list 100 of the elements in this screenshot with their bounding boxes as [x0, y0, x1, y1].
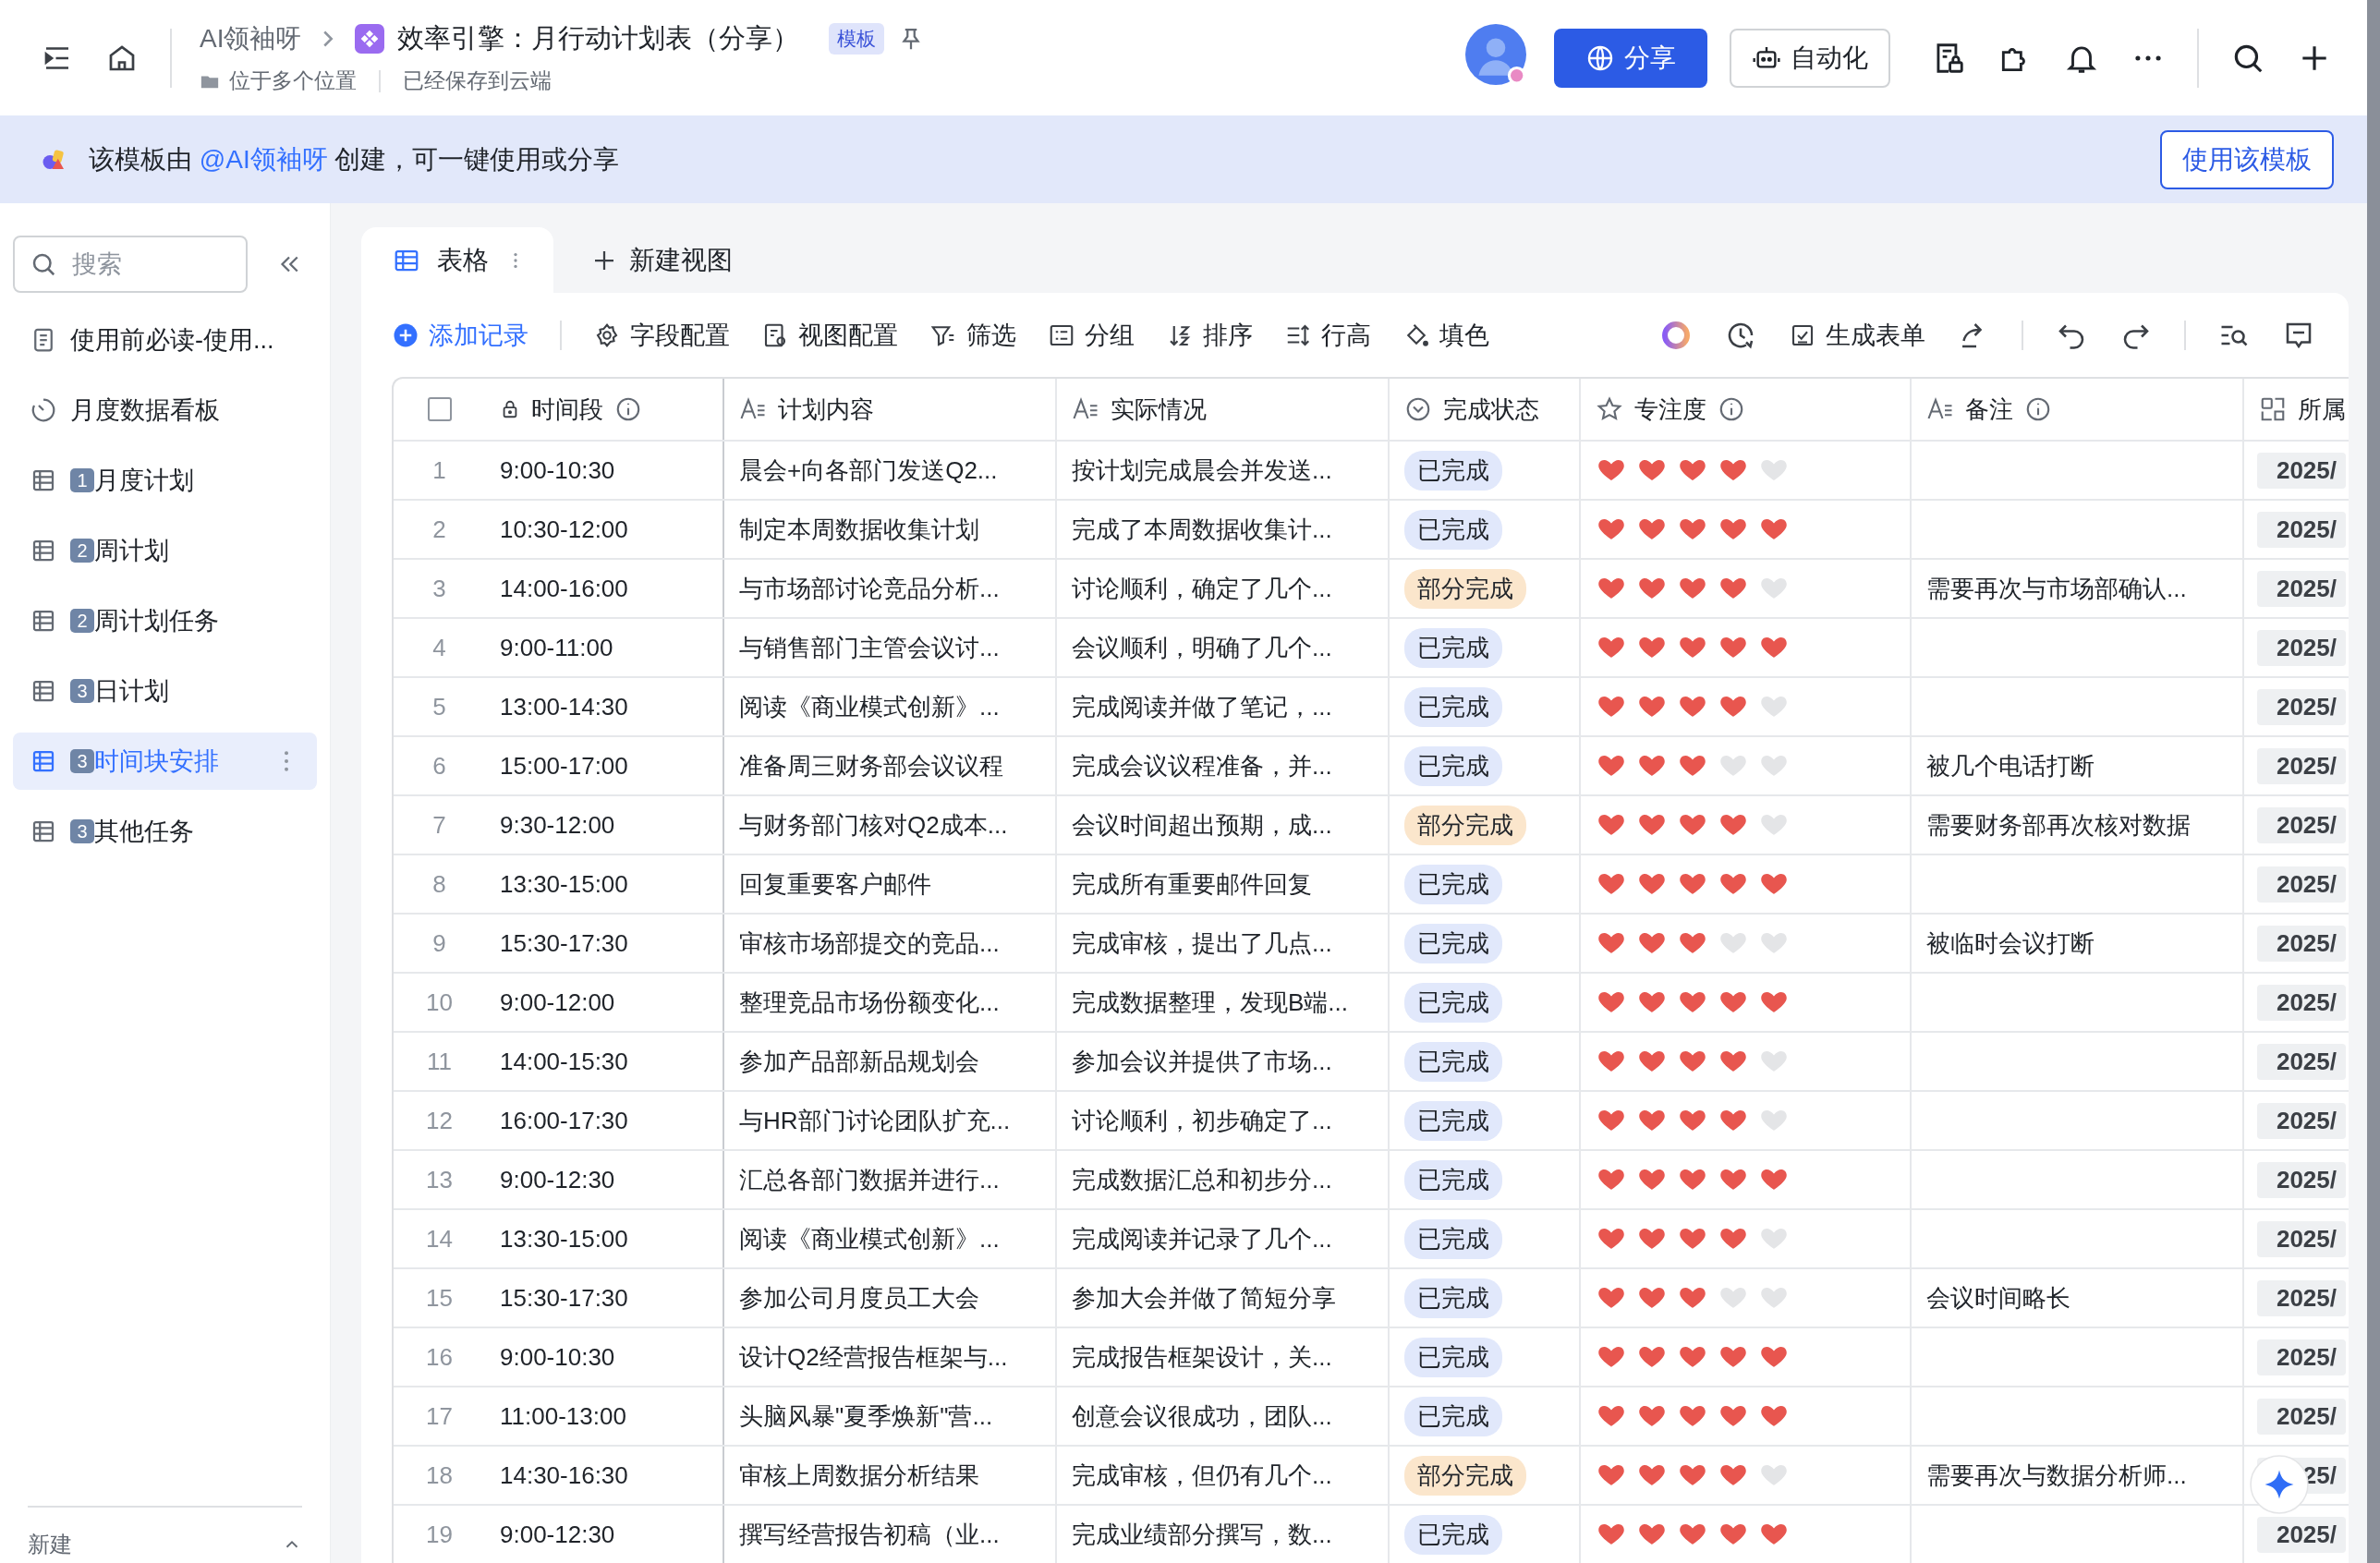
- heart-rating[interactable]: [1597, 458, 1788, 482]
- breadcrumb-link[interactable]: AI领袖呀: [200, 21, 302, 56]
- heart-icon: [1679, 931, 1706, 955]
- generate-form-button[interactable]: 生成表单: [1789, 318, 1925, 352]
- table-cell: 与销售部门主管会议讨...: [724, 619, 1057, 676]
- heart-icon: [1638, 517, 1666, 541]
- status-tag: 已完成: [1404, 1100, 1502, 1141]
- sidebar-item[interactable]: 2 周计划任务: [13, 592, 317, 649]
- status-tag: 已完成: [1404, 923, 1502, 963]
- heart-rating[interactable]: [1597, 931, 1788, 955]
- heart-icon: [1638, 754, 1666, 778]
- heart-rating[interactable]: [1597, 636, 1788, 660]
- toolbar-button[interactable]: 筛选: [929, 318, 1016, 352]
- sidebar-item[interactable]: 月度数据看板: [13, 382, 317, 439]
- column-header[interactable]: 所属: [2244, 379, 2349, 440]
- app-icon: [355, 24, 385, 54]
- table-cell: 14:00-16:00: [485, 560, 724, 617]
- row-number: 8: [431, 868, 447, 900]
- heart-icon: [1597, 1168, 1625, 1192]
- heart-icon: [1760, 872, 1788, 896]
- heart-icon: [1719, 1345, 1747, 1369]
- info-icon[interactable]: [1718, 395, 1745, 423]
- heart-rating[interactable]: [1597, 990, 1788, 1014]
- column-header[interactable]: 计划内容: [724, 379, 1057, 440]
- column-header[interactable]: 实际情况: [1057, 379, 1390, 440]
- column-header[interactable]: 时间段: [485, 379, 724, 440]
- toolbar-button[interactable]: 字段配置: [593, 318, 730, 352]
- item-label: 周计划: [94, 536, 169, 566]
- heart-rating[interactable]: [1597, 1522, 1788, 1546]
- heart-rating[interactable]: [1597, 1286, 1788, 1310]
- table-cell: 14:30-16:30: [485, 1447, 724, 1504]
- heart-rating[interactable]: [1597, 754, 1788, 778]
- column-header[interactable]: 完成状态: [1390, 379, 1581, 440]
- sidebar-item[interactable]: 使用前必读-使用...: [13, 311, 317, 369]
- view-tab[interactable]: 表格: [361, 227, 553, 293]
- author-link[interactable]: @AI领袖呀: [199, 144, 328, 174]
- heart-icon: [1597, 1286, 1625, 1310]
- automation-button[interactable]: 自动化: [1730, 28, 1890, 88]
- info-icon[interactable]: [2024, 395, 2052, 423]
- item-label: 使用前必读-使用...: [70, 325, 274, 356]
- heart-rating[interactable]: [1597, 517, 1788, 541]
- heart-rating[interactable]: [1597, 1227, 1788, 1251]
- select-all-checkbox[interactable]: [427, 397, 452, 421]
- toolbar-button[interactable]: 填色: [1402, 318, 1489, 352]
- owner-tag: 2025/: [2257, 806, 2346, 843]
- sidebar-item[interactable]: 3 其他任务: [13, 803, 317, 860]
- sidebar-item[interactable]: 3 日计划: [13, 662, 317, 720]
- heart-icon: [1719, 754, 1747, 778]
- table-cell: 阅读《商业模式创新》...: [724, 1210, 1057, 1267]
- column-header[interactable]: 专注度: [1581, 379, 1912, 440]
- heart-rating[interactable]: [1597, 872, 1788, 896]
- table-cell: 撰写经营报告初稿（业...: [724, 1506, 1057, 1563]
- column-header[interactable]: 备注: [1912, 379, 2244, 440]
- status-tag: 已完成: [1404, 1218, 1502, 1259]
- heart-rating[interactable]: [1597, 1049, 1788, 1073]
- heart-icon: [1597, 1049, 1625, 1073]
- heart-rating[interactable]: [1597, 1168, 1788, 1192]
- owner-tag: 2025/: [2257, 629, 2346, 666]
- search-input[interactable]: 搜索: [70, 248, 212, 280]
- heart-icon: [1719, 1404, 1747, 1428]
- table-cell: 回复重要客户邮件: [724, 855, 1057, 913]
- location-text[interactable]: 位于多个位置: [229, 67, 357, 95]
- toolbar-button[interactable]: 排序: [1166, 318, 1253, 352]
- use-template-button[interactable]: 使用该模板: [2160, 129, 2334, 189]
- heart-rating[interactable]: [1597, 1463, 1788, 1487]
- owner-tag: 2025/: [2257, 688, 2346, 725]
- heart-icon: [1760, 813, 1788, 837]
- add-record-button[interactable]: 添加记录: [392, 318, 528, 352]
- heart-icon: [1597, 931, 1625, 955]
- status-tag: 已完成: [1404, 1337, 1502, 1377]
- share-button[interactable]: 分享: [1554, 28, 1707, 88]
- toolbar-button[interactable]: 视图配置: [761, 318, 898, 352]
- avatar-icon[interactable]: [1465, 24, 1526, 85]
- heart-icon: [1638, 1286, 1666, 1310]
- heart-icon: [1679, 872, 1706, 896]
- heart-rating[interactable]: [1597, 1404, 1788, 1428]
- new-label[interactable]: 新建: [28, 1530, 72, 1559]
- heart-rating[interactable]: [1597, 695, 1788, 719]
- search-field[interactable]: 搜索: [13, 236, 248, 293]
- heart-rating[interactable]: [1597, 576, 1788, 600]
- item-label: 周计划任务: [94, 606, 219, 636]
- table-cell: 与财务部门核对Q2成本...: [724, 796, 1057, 854]
- table-cell: 完成数据整理，发现B端...: [1057, 974, 1390, 1031]
- table-cell: 完成阅读并做了笔记，...: [1057, 678, 1390, 735]
- toolbar-button[interactable]: 分组: [1048, 318, 1135, 352]
- new-view-button[interactable]: 新建视图: [590, 227, 733, 293]
- heart-rating[interactable]: [1597, 813, 1788, 837]
- sidebar-item[interactable]: 2 周计划: [13, 522, 317, 579]
- heart-rating[interactable]: [1597, 1345, 1788, 1369]
- banner-text: 该模板由 @AI领袖呀 创建，可一键使用或分享: [89, 143, 620, 176]
- heart-icon: [1679, 813, 1706, 837]
- heart-icon: [1597, 813, 1625, 837]
- info-icon[interactable]: [614, 395, 642, 423]
- sidebar-item[interactable]: 3 时间块安排: [13, 733, 317, 790]
- heart-icon: [1719, 576, 1747, 600]
- sidebar-item[interactable]: 1 月度计划: [13, 452, 317, 509]
- table-cell: 完成数据汇总和初步分...: [1057, 1151, 1390, 1208]
- toolbar-button[interactable]: 行高: [1284, 318, 1371, 352]
- heart-icon: [1597, 458, 1625, 482]
- heart-rating[interactable]: [1597, 1109, 1788, 1133]
